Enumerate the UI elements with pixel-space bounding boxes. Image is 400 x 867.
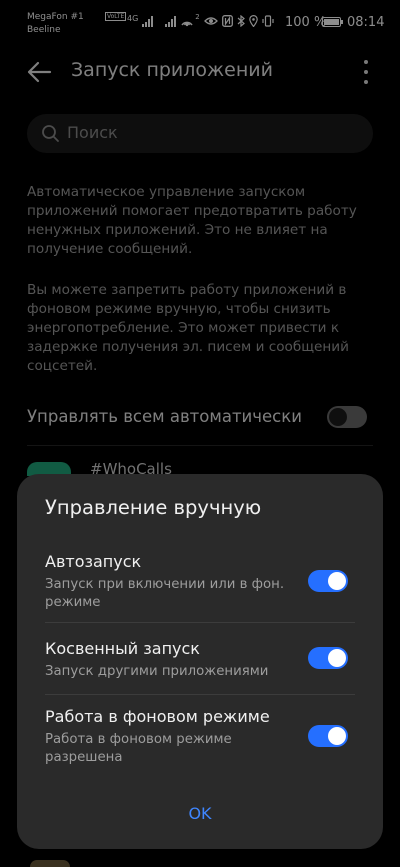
background-work-toggle[interactable] [308, 725, 348, 747]
option-subtitle: Запуск другими приложениями [45, 664, 269, 679]
divider [45, 622, 355, 623]
divider [45, 694, 355, 695]
ok-button[interactable]: OK [17, 804, 383, 823]
dialog-title: Управление вручную [45, 496, 262, 519]
autostart-toggle[interactable] [308, 570, 348, 592]
manual-management-dialog: Управление вручную Автозапуск Запуск при… [17, 474, 383, 849]
option-title: Автозапуск [45, 552, 142, 571]
option-title: Работа в фоновом режиме [45, 707, 270, 726]
option-subtitle: Работа в фоновом режиме разрешена [45, 732, 232, 765]
option-subtitle: Запуск при включении или в фон. режиме [45, 577, 285, 610]
indirect-launch-toggle[interactable] [308, 647, 348, 669]
